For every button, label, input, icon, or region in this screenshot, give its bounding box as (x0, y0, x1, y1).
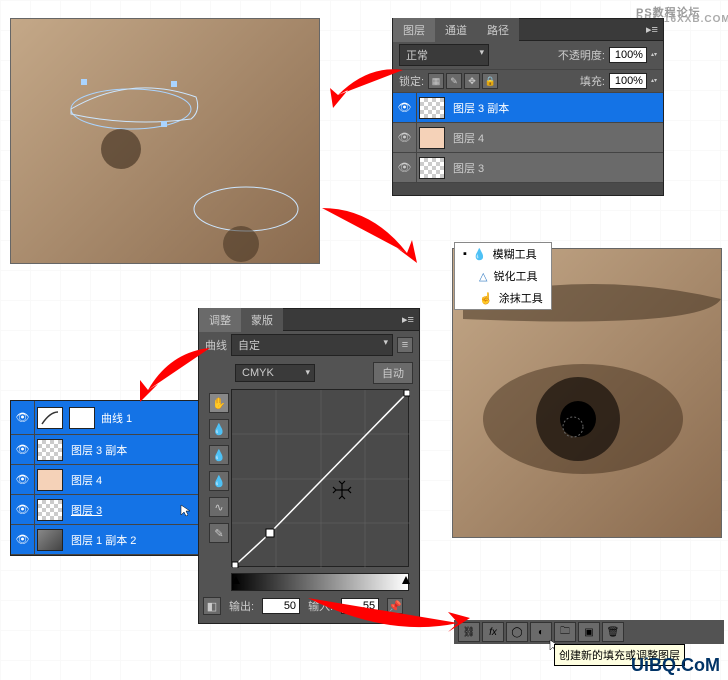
mask-icon[interactable]: ◯ (506, 622, 528, 642)
layer-thumb[interactable] (419, 157, 445, 179)
tab-masks[interactable]: 蒙版 (241, 308, 283, 332)
opacity-spinner[interactable]: ▴▾ (651, 53, 657, 58)
lock-position-icon[interactable]: ✥ (464, 73, 480, 89)
trash-icon[interactable]: 🗑 (602, 622, 624, 642)
tab-channels[interactable]: 通道 (435, 18, 477, 42)
layers-footer-bar: ⛓ fx ◯ ◐ 🗀 ▣ 🗑 (454, 620, 724, 644)
tab-adjustments[interactable]: 调整 (199, 308, 241, 332)
arrow-icon (312, 198, 432, 278)
blend-mode-dropdown[interactable]: 正常 (399, 44, 489, 66)
curves-graph[interactable] (231, 389, 409, 567)
panel-menu-icon[interactable]: ▸≡ (397, 313, 419, 326)
panel-menu-icon[interactable]: ▸≡ (641, 23, 663, 36)
layer-name-label[interactable]: 图层 3 (65, 502, 179, 518)
lock-transparency-icon[interactable]: ▦ (428, 73, 444, 89)
tool-flyout: ▪ 💧 模糊工具 △ 锐化工具 ☝ 涂抹工具 (454, 242, 552, 310)
new-layer-icon[interactable]: ▣ (578, 622, 600, 642)
tool-label: 涂抹工具 (499, 290, 543, 306)
adjust-tabs: 调整 蒙版 ▸≡ (199, 309, 419, 331)
layer-name-label[interactable]: 图层 4 (65, 472, 199, 488)
arrow-icon (318, 60, 408, 120)
tool-item-blur[interactable]: ▪ 💧 模糊工具 (455, 243, 551, 265)
visibility-toggle[interactable]: 👁 (393, 153, 417, 182)
layers-panel-2: 👁 曲线 1 👁 图层 3 副本 👁 图层 4 👁 图层 3 👁 图层 1 副本… (10, 400, 200, 556)
cursor-icon (179, 503, 193, 517)
fill-spinner[interactable]: ▴▾ (651, 79, 657, 84)
layer-name-label[interactable]: 图层 3 副本 (65, 442, 199, 458)
curve-point-icon[interactable]: ∿ (209, 497, 229, 517)
droplet-icon: 💧 (473, 248, 487, 261)
visibility-toggle[interactable]: 👁 (393, 123, 417, 152)
clip-icon[interactable]: ◧ (203, 597, 221, 615)
eyebrow-path-image (10, 18, 320, 264)
visibility-toggle[interactable]: 👁 (11, 465, 35, 494)
panel-tabs: 图层 通道 路径 ▸≡ (393, 19, 663, 41)
bullet-icon: ▪ (463, 248, 467, 260)
visibility-toggle[interactable]: 👁 (11, 435, 35, 464)
auto-button[interactable]: 自动 (373, 362, 413, 384)
pencil-curve-icon[interactable]: ✎ (209, 523, 229, 543)
layer-item[interactable]: 👁 图层 4 (393, 123, 663, 153)
layer-thumb[interactable] (419, 97, 445, 119)
arrow-icon (130, 340, 220, 410)
lock-pixels-icon[interactable]: ✎ (446, 73, 462, 89)
preset-menu-icon[interactable]: ≡ (397, 337, 413, 353)
tool-item-smudge[interactable]: ☝ 涂抹工具 (455, 287, 551, 309)
layer-item[interactable]: 👁 图层 3 副本 (11, 435, 199, 465)
uibq-watermark: UiBQ.CoM (631, 655, 720, 676)
layer-thumb[interactable] (37, 529, 63, 551)
preset-dropdown[interactable]: 自定 (231, 334, 393, 356)
eyedropper-white-icon[interactable]: 💧 (209, 471, 229, 491)
output-label: 输出: (229, 598, 254, 614)
tab-layers[interactable]: 图层 (393, 18, 435, 42)
channel-dropdown[interactable]: CMYK (235, 364, 315, 382)
layer-thumb[interactable] (419, 127, 445, 149)
lock-all-icon[interactable]: 🔒 (482, 73, 498, 89)
layer-thumb[interactable] (37, 439, 63, 461)
layer-name-label[interactable]: 图层 1 副本 2 (65, 532, 199, 548)
fx-icon[interactable]: fx (482, 622, 504, 642)
eyedropper-gray-icon[interactable]: 💧 (209, 445, 229, 465)
layer-item[interactable]: 👁 图层 1 副本 2 (11, 525, 199, 555)
triangle-icon: △ (479, 270, 487, 283)
layer-thumb[interactable] (37, 499, 63, 521)
opacity-label: 不透明度: (558, 47, 605, 63)
eyedropper-black-icon[interactable]: 💧 (209, 419, 229, 439)
curves-thumb[interactable] (37, 407, 63, 429)
adjustments-panel: 调整 蒙版 ▸≡ 曲线 自定 ≡ CMYK 自动 ✋ 💧 💧 💧 ∿ ✎ (198, 308, 420, 624)
tool-label: 模糊工具 (493, 246, 537, 262)
layer-name-label[interactable]: 曲线 1 (95, 410, 199, 426)
layer-item[interactable]: 👁 图层 3 副本 (393, 93, 663, 123)
layer-item[interactable]: 👁 图层 3 (393, 153, 663, 183)
visibility-toggle[interactable]: 👁 (11, 401, 35, 434)
layer-name-label[interactable]: 图层 3 (447, 160, 663, 176)
layers-panel: 图层 通道 路径 ▸≡ 正常 不透明度: 100% ▴▾ 锁定: ▦ ✎ ✥ 🔒… (392, 18, 664, 196)
layer-name-label[interactable]: 图层 4 (447, 130, 663, 146)
layer-name-label[interactable]: 图层 3 副本 (447, 100, 663, 116)
layer-thumb[interactable] (37, 469, 63, 491)
layer-item[interactable]: 👁 图层 3 (11, 495, 199, 525)
opacity-input[interactable]: 100% (609, 47, 647, 63)
fill-label: 填充: (580, 73, 605, 89)
output-value-input[interactable]: 50 (262, 598, 300, 614)
tool-item-sharpen[interactable]: △ 锐化工具 (455, 265, 551, 287)
arrow-icon (298, 588, 478, 648)
tab-paths[interactable]: 路径 (477, 18, 519, 42)
layer-item[interactable]: 👁 图层 4 (11, 465, 199, 495)
visibility-toggle[interactable]: 👁 (11, 525, 35, 554)
layer-mask-thumb[interactable] (69, 407, 95, 429)
tool-label: 锐化工具 (493, 268, 537, 284)
finger-icon: ☝ (479, 292, 493, 305)
fill-input[interactable]: 100% (609, 73, 647, 89)
visibility-toggle[interactable]: 👁 (11, 495, 35, 524)
